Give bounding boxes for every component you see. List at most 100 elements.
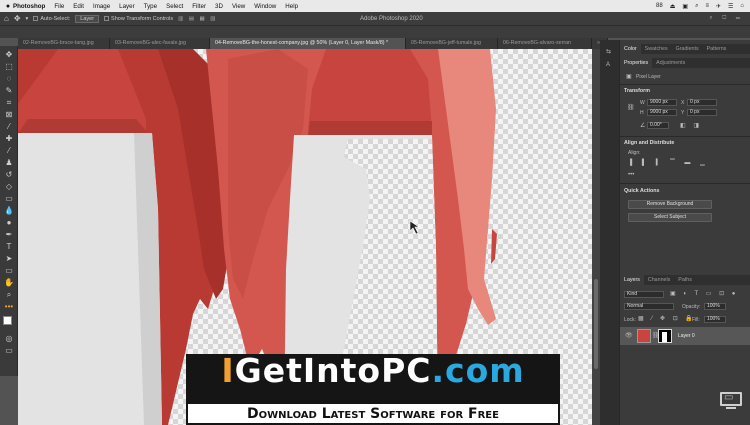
brand-into: Into — [302, 351, 382, 390]
status-icon-1[interactable]: 88 — [656, 3, 663, 9]
align-label: Align: — [628, 150, 641, 156]
link-icon[interactable]: ⛓ — [627, 104, 635, 111]
tab-paths[interactable]: Paths — [674, 275, 696, 285]
status-icon-2[interactable]: ⏏ — [670, 3, 676, 10]
status-icon-3[interactable]: ▣ — [682, 3, 688, 10]
character-panel-icon[interactable]: A — [606, 62, 610, 68]
align-buttons[interactable]: ▐ ▌ ▍ ▔ ▬ ▁ — [628, 159, 709, 166]
show-transform-label: Show Transform Controls — [111, 15, 174, 22]
tab-doc-03[interactable]: 03-RemoveBG-alec-favale.jpg — [110, 38, 210, 49]
hand-tool-icon[interactable]: ✋ — [3, 278, 15, 288]
width-field[interactable]: 9000 px — [647, 99, 677, 106]
search-icon[interactable]: ☰ — [728, 3, 733, 10]
tab-color[interactable]: Color — [620, 44, 641, 54]
scrollbar-thumb[interactable] — [594, 279, 598, 369]
align-icons[interactable]: ▥ ▤ ▦ ▧ — [178, 16, 217, 22]
remove-background-button[interactable]: Remove Background — [628, 200, 712, 209]
shape-tool-icon[interactable]: ▭ — [3, 266, 15, 276]
menu-type[interactable]: Type — [144, 3, 157, 10]
layer-dropdown[interactable]: Layer — [75, 14, 100, 23]
control-center-icon[interactable]: ⌂ — [740, 3, 744, 9]
crop-tool-icon[interactable]: ⌗ — [3, 98, 15, 108]
history-panel-icon[interactable]: ⇆ — [606, 48, 611, 55]
blend-mode-dropdown[interactable]: Normal — [624, 303, 674, 310]
zoom-tool-icon[interactable]: ⌕ — [3, 290, 15, 300]
lock-icons[interactable]: ▦ ⁄ ✥ ⊡ 🔒 — [638, 315, 696, 322]
pen-tool-icon[interactable]: ✒ — [3, 230, 15, 240]
quick-mask-icon[interactable]: ◎ — [3, 334, 15, 344]
blur-tool-icon[interactable]: 💧 — [3, 206, 15, 216]
healing-tool-icon[interactable]: ✚ — [3, 134, 15, 144]
tab-properties[interactable]: Properties — [620, 58, 653, 68]
layer-row[interactable]: 👁 ⛓ Layer 0 — [620, 327, 750, 345]
canvas-scrollbar[interactable] — [592, 49, 600, 425]
menu-app-name[interactable]: Photoshop — [13, 3, 45, 10]
more-options-icon[interactable]: ••• — [628, 172, 634, 178]
brush-tool-icon[interactable]: ⁄ — [3, 146, 15, 156]
visibility-eye-icon[interactable]: 👁 — [625, 332, 633, 339]
flip-icons[interactable]: ◧ ◨ — [680, 122, 702, 129]
fill-field[interactable]: 100% — [704, 316, 726, 323]
edit-toolbar-icon[interactable]: ••• — [3, 302, 15, 312]
tab-adjustments[interactable]: Adjustments — [652, 58, 689, 68]
layer-mask-thumbnail[interactable] — [658, 329, 672, 343]
menu-select[interactable]: Select — [166, 3, 183, 10]
tab-doc-06[interactable]: 06-RemoveBG-alvaro-serran — [498, 38, 592, 49]
quick-select-tool-icon[interactable]: ✎ — [3, 86, 15, 96]
opacity-field[interactable]: 100% — [704, 303, 726, 310]
auto-select-checkbox[interactable] — [33, 15, 39, 21]
tab-channels[interactable]: Channels — [644, 275, 674, 285]
layer-filter-icons[interactable]: ▣ ◐ T ▭ ⊡ ● — [670, 290, 738, 297]
select-subject-button[interactable]: Select Subject — [628, 213, 712, 222]
watermark-banner: IGetIntoPC.com — [186, 354, 560, 404]
menu-filter[interactable]: Filter — [192, 3, 206, 10]
path-select-tool-icon[interactable]: ➤ — [3, 254, 15, 264]
menu-layer[interactable]: Layer — [119, 3, 134, 10]
apple-icon[interactable]: ● — [3, 3, 13, 10]
lock-label: Lock: — [624, 317, 636, 323]
foreground-color-swatch[interactable] — [3, 316, 12, 325]
dropdown-chevron-icon[interactable]: ▾ — [26, 16, 29, 22]
eraser-tool-icon[interactable]: ◇ — [3, 182, 15, 192]
layer-kind-filter[interactable]: Kind — [624, 291, 664, 298]
menu-image[interactable]: Image — [93, 3, 110, 10]
y-field[interactable]: 0 px — [687, 109, 717, 116]
lasso-tool-icon[interactable]: ◌ — [3, 74, 15, 84]
height-field[interactable]: 9000 px — [647, 109, 677, 116]
menu-help[interactable]: Help — [285, 3, 298, 10]
x-field[interactable]: 0 px — [687, 99, 717, 106]
layer-name[interactable]: Layer 0 — [678, 333, 695, 339]
screen-mode-icon[interactable]: ▭ — [3, 346, 15, 356]
wifi-icon[interactable]: ✈ — [716, 3, 721, 10]
marquee-tool-icon[interactable]: ⬚ — [3, 62, 15, 72]
dodge-tool-icon[interactable]: ● — [3, 218, 15, 228]
move-tool-icon[interactable]: ✥ — [14, 14, 21, 23]
tab-layers[interactable]: Layers — [620, 275, 644, 285]
move-tool-icon[interactable]: ✥ — [3, 50, 15, 60]
tab-doc-04[interactable]: 04-RemoveBG-the-honest-company.jpg @ 50%… — [210, 38, 406, 49]
stamp-tool-icon[interactable]: ♟ — [3, 158, 15, 168]
menu-file[interactable]: File — [54, 3, 64, 10]
type-tool-icon[interactable]: T — [3, 242, 15, 252]
show-transform-checkbox[interactable] — [104, 15, 110, 21]
tab-doc-02[interactable]: 02-RemoveBG-bruce-tang.jpg — [18, 38, 110, 49]
menu-window[interactable]: Window — [254, 3, 276, 10]
tab-gradients[interactable]: Gradients — [672, 44, 703, 54]
menu-view[interactable]: View — [232, 3, 245, 10]
tab-swatches[interactable]: Swatches — [641, 44, 672, 54]
home-icon[interactable]: ⌂ — [4, 14, 9, 23]
history-brush-tool-icon[interactable]: ↺ — [3, 170, 15, 180]
menu-edit[interactable]: Edit — [73, 3, 84, 10]
frame-tool-icon[interactable]: ⊠ — [3, 110, 15, 120]
status-icon-4[interactable]: ⌕ — [695, 3, 698, 10]
right-option-icons[interactable]: ⌕ ▢ ▭ — [709, 15, 744, 22]
eyedropper-tool-icon[interactable]: ⁄ — [3, 122, 15, 132]
layer-thumbnail[interactable] — [637, 329, 651, 343]
gradient-tool-icon[interactable]: ▭ — [3, 194, 15, 204]
tab-patterns[interactable]: Patterns — [703, 44, 731, 54]
tab-doc-05[interactable]: 05-RemoveBG-jeff-tumale.jpg — [406, 38, 498, 49]
mac-menu-bar: ● Photoshop File Edit Image Layer Type S… — [0, 0, 750, 12]
status-icon-5[interactable]: ≡ — [705, 3, 709, 9]
angle-field[interactable]: 0.00° — [647, 122, 669, 129]
menu-3d[interactable]: 3D — [215, 3, 223, 10]
